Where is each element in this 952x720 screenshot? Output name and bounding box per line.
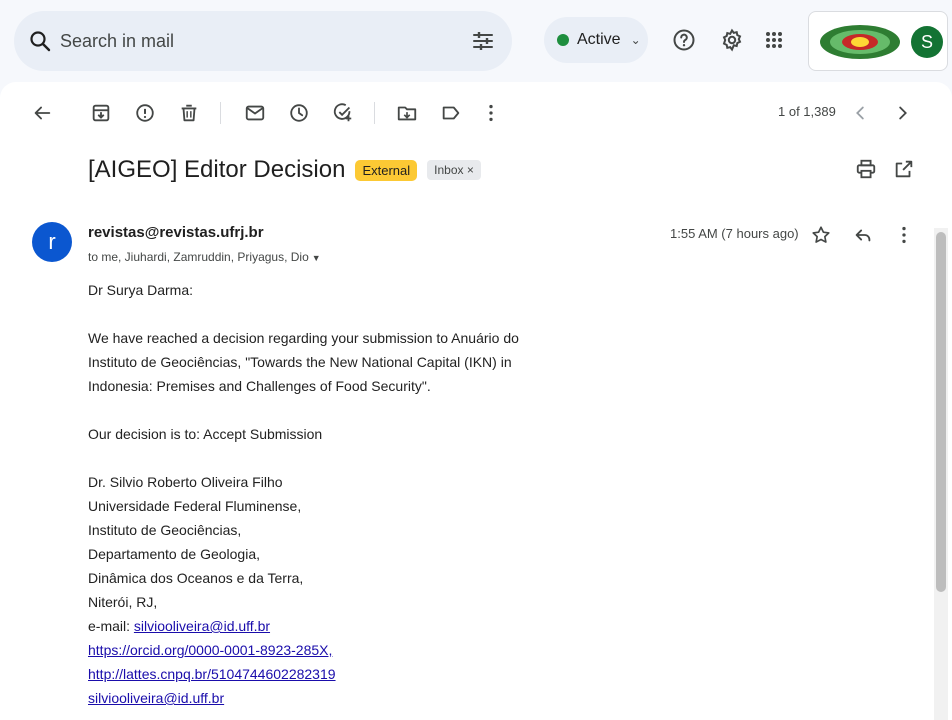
print-icon[interactable] [855,158,877,180]
external-badge: External [355,159,418,181]
decision-line: Our decision is to: Accept Submission [88,426,323,442]
toolbar-divider [374,102,375,124]
search-icon[interactable] [28,29,52,53]
archive-icon[interactable] [90,102,112,124]
delete-trash-icon[interactable] [178,102,200,124]
greeting: Dr Surya Darma: [88,282,194,298]
message-more-icon[interactable] [893,224,915,246]
email-view: 1 of 1,389 [AIGEO] Editor Decision Exter… [0,82,952,720]
signature-line: Dinâmica dos Oceanos e da Terra, [88,570,304,586]
search-bar[interactable] [14,11,512,71]
subject-row: [AIGEO] Editor Decision External Inbox × [88,152,481,188]
back-arrow-icon[interactable] [31,102,53,124]
signature-line: Departamento de Geologia, [88,546,260,562]
sender-avatar[interactable]: r [32,222,72,262]
signature-line: Universidade Federal Fluminense, [88,498,302,514]
lattes-link[interactable]: http://lattes.cnpq.br/5104744602282319 [88,666,336,682]
top-bar: Active ⌄ S [0,0,952,80]
email-toolbar: 1 of 1,389 [0,82,952,144]
inbox-label-chip[interactable]: Inbox × [427,160,481,180]
more-options-icon[interactable] [480,102,502,124]
reply-icon[interactable] [852,224,874,246]
signature-line: Niterói, RJ, [88,594,158,610]
chevron-down-icon: ⌄ [630,33,641,47]
help-icon[interactable] [672,28,696,52]
settings-gear-icon[interactable] [720,28,744,52]
signature-line: Dr. Silvio Roberto Oliveira Filho [88,474,283,490]
report-spam-icon[interactable] [134,102,156,124]
email-timestamp: 1:55 AM (7 hours ago) [670,226,799,241]
email-body: Dr Surya Darma: We have reached a decisi… [88,278,648,710]
open-new-window-icon[interactable] [893,158,915,180]
search-input[interactable] [60,27,460,55]
label-tag-icon[interactable] [440,102,462,124]
account-avatar[interactable]: S [911,26,943,58]
caret-down-icon[interactable]: ▼ [312,253,321,263]
scrollbar-thumb[interactable] [936,232,946,592]
body-line: Instituto de Geociências, "Towards the N… [88,354,512,370]
signature-line: Instituto de Geociências, [88,522,242,538]
status-dot-icon [557,34,569,46]
organization-logo-icon [820,25,900,59]
body-line: We have reached a decision regarding you… [88,330,519,346]
star-icon[interactable] [810,224,832,246]
status-label: Active [577,31,621,48]
mark-unread-icon[interactable] [244,102,266,124]
pagination-count: 1 of 1,389 [778,104,836,119]
signature-email-link-2[interactable]: silviooliveira@id.uff.br [88,690,224,706]
chevron-right-icon[interactable] [891,102,913,124]
account-switcher[interactable]: S [808,11,948,71]
recipients-text: to me, Jiuhardi, Zamruddin, Priyagus, Di… [88,250,309,264]
email-subject: [AIGEO] Editor Decision [88,156,346,183]
toolbar-divider [220,102,221,124]
chevron-left-icon[interactable] [850,102,872,124]
status-dropdown[interactable]: Active ⌄ [544,17,648,63]
add-to-tasks-icon[interactable] [332,102,354,124]
signature-email-link[interactable]: silviooliveira@id.uff.br [134,618,270,634]
recipients-line[interactable]: to me, Jiuhardi, Zamruddin, Priyagus, Di… [88,250,321,264]
snooze-clock-icon[interactable] [288,102,310,124]
move-to-folder-icon[interactable] [396,102,418,124]
email-prefix: e-mail: [88,618,134,634]
sender-email[interactable]: revistas@revistas.ufrj.br [88,224,264,241]
apps-grid-icon[interactable] [762,28,786,52]
search-options-icon[interactable] [471,29,495,53]
body-line: Indonesia: Premises and Challenges of Fo… [88,378,431,394]
orcid-link[interactable]: https://orcid.org/0000-0001-8923-285X, [88,642,332,658]
signature-email-line: e-mail: silviooliveira@id.uff.br [88,614,648,638]
